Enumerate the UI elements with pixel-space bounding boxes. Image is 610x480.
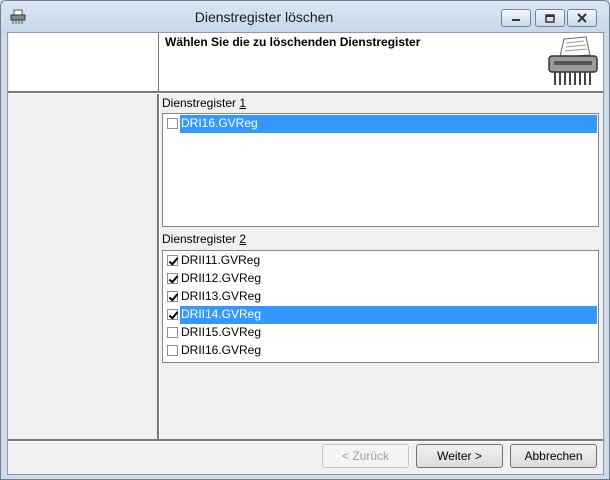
- left-panel-divider: [157, 94, 160, 439]
- dienstregister-1-listbox[interactable]: DRI16.GVReg: [162, 113, 599, 227]
- item-checkbox[interactable]: [167, 345, 178, 356]
- item-label: DRII15.GVReg: [181, 325, 262, 339]
- list1-label-text: Dienstregister: [162, 96, 240, 110]
- item-label: DRI16.GVReg: [181, 116, 258, 130]
- cancel-button[interactable]: Abbrechen: [510, 444, 597, 468]
- title-bar[interactable]: Dienstregister löschen: [1, 1, 609, 34]
- item-label: DRII13.GVReg: [181, 289, 262, 303]
- item-checkbox[interactable]: [167, 327, 178, 338]
- list-item[interactable]: DRII15.GVReg: [164, 324, 597, 342]
- footer-separator: [8, 439, 603, 442]
- list-item[interactable]: DRII12.GVReg: [164, 270, 597, 288]
- close-button[interactable]: [567, 9, 597, 27]
- item-checkbox[interactable]: [167, 273, 178, 284]
- back-button[interactable]: < Zurück: [322, 444, 409, 468]
- minimize-button[interactable]: [501, 9, 531, 27]
- item-label: DRII12.GVReg: [181, 271, 262, 285]
- item-label: DRII11.GVReg: [181, 253, 261, 267]
- item-label: DRII14.GVReg: [181, 307, 262, 321]
- maximize-button[interactable]: [535, 9, 565, 27]
- maximize-icon: [545, 13, 555, 23]
- header-left-panel: [9, 33, 158, 91]
- item-checkbox[interactable]: [167, 291, 178, 302]
- dialog-window: Dienstregister löschen Wählen Sie die zu…: [0, 0, 610, 480]
- list-item[interactable]: DRII16.GVReg: [164, 342, 597, 360]
- list-item[interactable]: DRII13.GVReg: [164, 288, 597, 306]
- list-item[interactable]: DRII11.GVReg: [164, 252, 597, 270]
- window-title: Dienstregister löschen: [194, 9, 334, 25]
- list2-label: Dienstregister 2: [162, 232, 246, 246]
- minimize-icon: [512, 19, 520, 21]
- list-item[interactable]: DRII14.GVReg: [164, 306, 597, 324]
- list1-label: Dienstregister 1: [162, 96, 246, 110]
- shredder-icon: [548, 36, 598, 85]
- item-checkbox[interactable]: [167, 255, 178, 266]
- list2-label-key: 2: [239, 232, 247, 246]
- item-checkbox[interactable]: [167, 309, 178, 320]
- wizard-header: Wählen Sie die zu löschenden Dienstregis…: [159, 33, 603, 91]
- dialog-client: Wählen Sie die zu löschenden Dienstregis…: [7, 32, 604, 475]
- item-label: DRII16.GVReg: [181, 343, 262, 357]
- next-button[interactable]: Weiter >: [416, 444, 503, 468]
- list2-label-text: Dienstregister: [162, 232, 240, 246]
- list1-label-key: 1: [239, 96, 247, 110]
- close-icon: [577, 13, 587, 23]
- left-panel: [9, 94, 157, 439]
- dienstregister-2-listbox[interactable]: DRII11.GVReg DRII12.GVReg DRII13.GVReg DRII…: [162, 250, 599, 363]
- header-title: Wählen Sie die zu löschenden Dienstregis…: [165, 35, 421, 49]
- list-item[interactable]: DRI16.GVReg: [164, 115, 597, 133]
- item-checkbox[interactable]: [167, 118, 178, 129]
